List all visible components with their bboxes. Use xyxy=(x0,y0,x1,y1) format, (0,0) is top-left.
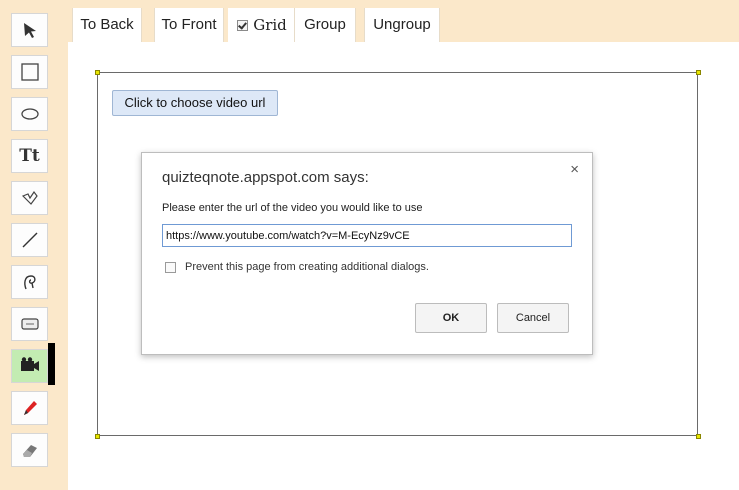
to-back-button[interactable]: To Back xyxy=(72,8,142,42)
close-icon[interactable]: × xyxy=(570,161,579,178)
arrow-pointer-icon xyxy=(23,23,36,38)
resize-handle-top-left[interactable] xyxy=(95,70,100,75)
top-toolbar: To Back To Front Grid Group Ungroup xyxy=(68,0,739,42)
resize-handle-bottom-right[interactable] xyxy=(696,434,701,439)
line-tool-button[interactable] xyxy=(11,223,48,257)
ellipse-tool-button[interactable] xyxy=(11,97,48,131)
resize-handle-bottom-left[interactable] xyxy=(95,434,100,439)
cancel-button[interactable]: Cancel xyxy=(497,303,569,333)
pen-tool-button[interactable] xyxy=(11,391,48,425)
video-url-input[interactable] xyxy=(162,224,572,247)
ungroup-label: Ungroup xyxy=(373,16,431,33)
freehand-icon xyxy=(23,275,36,290)
dialog-title: quizteqnote.appspot.com says: xyxy=(162,169,369,186)
rectangle-icon xyxy=(20,63,39,81)
pen-icon xyxy=(23,401,37,415)
to-front-button[interactable]: To Front xyxy=(154,8,224,42)
grid-toggle[interactable]: Grid xyxy=(228,8,296,42)
polygon-tool-button[interactable] xyxy=(11,181,48,215)
grid-checkbox[interactable] xyxy=(237,20,249,31)
rectangle-tool-button[interactable] xyxy=(11,55,48,89)
line-icon xyxy=(22,232,37,248)
choose-video-url-button[interactable]: Click to choose video url xyxy=(112,90,278,116)
grid-label: Grid xyxy=(253,16,287,34)
resize-handle-top-right[interactable] xyxy=(696,70,701,75)
text-icon: Tt xyxy=(19,146,40,166)
video-icon xyxy=(20,357,39,371)
active-tool-indicator xyxy=(48,343,55,385)
button-widget-icon xyxy=(20,318,39,330)
prevent-dialogs-checkbox[interactable] xyxy=(165,262,176,273)
dialog-message: Please enter the url of the video you wo… xyxy=(162,202,423,214)
select-tool-button[interactable] xyxy=(11,13,48,47)
text-tool-button[interactable]: Tt xyxy=(11,139,48,173)
ellipse-icon xyxy=(20,108,39,120)
freehand-tool-button[interactable] xyxy=(11,265,48,299)
to-back-label: To Back xyxy=(80,16,134,33)
prevent-dialogs-label: Prevent this page from creating addition… xyxy=(185,261,429,273)
button-widget-tool-button[interactable] xyxy=(11,307,48,341)
eraser-tool-button[interactable] xyxy=(11,433,48,467)
prompt-dialog: quizteqnote.appspot.com says: × Please e… xyxy=(141,152,593,355)
to-front-label: To Front xyxy=(161,16,217,33)
ok-button[interactable]: OK xyxy=(415,303,487,333)
group-button[interactable]: Group xyxy=(294,8,356,42)
video-tool-button[interactable] xyxy=(11,349,48,383)
group-label: Group xyxy=(304,16,346,33)
ungroup-button[interactable]: Ungroup xyxy=(364,8,440,42)
eraser-icon xyxy=(22,445,37,457)
tool-sidebar: Tt xyxy=(0,0,68,490)
polygon-icon xyxy=(21,190,38,205)
